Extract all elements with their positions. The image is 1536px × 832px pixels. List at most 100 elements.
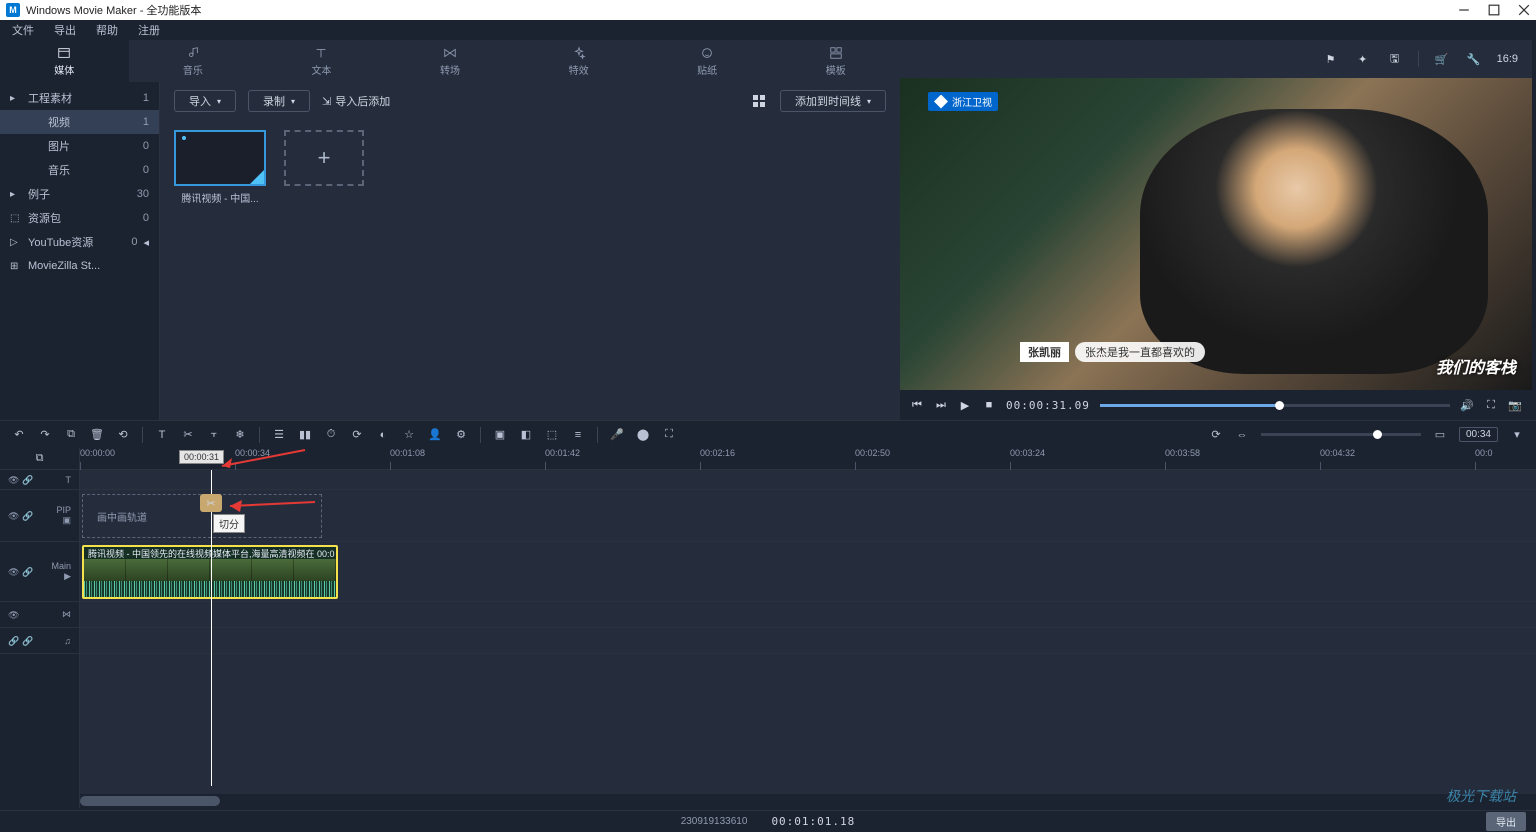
sidebar-item[interactable]: 视频1 bbox=[0, 110, 159, 134]
minimize-button[interactable] bbox=[1458, 4, 1470, 16]
track-icon[interactable]: ▮▮ bbox=[298, 428, 312, 442]
sidebar-item[interactable]: ▷YouTube资源0◂ bbox=[0, 230, 159, 254]
eye-icon[interactable]: 👁 bbox=[8, 511, 18, 521]
tab-media[interactable]: 媒体 bbox=[0, 40, 129, 82]
main-track-head: 👁🔗 Main▶ bbox=[0, 542, 79, 602]
annotation-arrow-1 bbox=[210, 448, 310, 470]
camera-icon[interactable]: 📷 bbox=[1508, 398, 1522, 412]
track-manager-icon[interactable]: ⧉ bbox=[33, 452, 47, 466]
import-button[interactable]: 导入▾ bbox=[174, 90, 236, 112]
annotation-arrow-2 bbox=[220, 498, 320, 514]
prev-frame-button[interactable]: ⏮ bbox=[910, 398, 924, 412]
expand-icon[interactable]: ⛶ bbox=[662, 428, 676, 442]
app-logo-icon: M bbox=[6, 3, 20, 17]
record-button[interactable]: 录制▾ bbox=[248, 90, 310, 112]
tab-transition[interactable]: 转场 bbox=[386, 40, 515, 82]
undo-icon[interactable]: ↶ bbox=[12, 428, 26, 442]
zoom-fit-icon[interactable]: ▭ bbox=[1433, 428, 1447, 442]
color-icon[interactable]: ◐ bbox=[376, 428, 390, 442]
audio-track-head: 🔗 🔗 ♫ bbox=[0, 628, 79, 654]
list-icon[interactable]: ☰ bbox=[272, 428, 286, 442]
fit-icon[interactable]: ⇔ bbox=[1235, 428, 1249, 442]
preview-tool-2-icon[interactable]: ✦ bbox=[1354, 50, 1372, 68]
menu-register[interactable]: 注册 bbox=[138, 22, 160, 38]
tab-text[interactable]: 文本 bbox=[257, 40, 386, 82]
eye-icon[interactable]: 👁 bbox=[8, 567, 18, 577]
mask-icon[interactable]: ◧ bbox=[519, 428, 533, 442]
preview-tool-1-icon[interactable]: ⚑ bbox=[1322, 50, 1340, 68]
refresh-icon[interactable]: ⟳ bbox=[1209, 428, 1223, 442]
record-icon[interactable]: ⬤ bbox=[636, 428, 650, 442]
redo-icon[interactable]: ↷ bbox=[38, 428, 52, 442]
menu-file[interactable]: 文件 bbox=[12, 22, 34, 38]
after-import-link[interactable]: ⇲导入后添加 bbox=[322, 93, 390, 109]
crop-icon[interactable]: ▣ bbox=[493, 428, 507, 442]
sidebar-item[interactable]: ▸工程素材1 bbox=[0, 86, 159, 110]
tab-music[interactable]: 音乐 bbox=[129, 40, 258, 82]
sidebar-item[interactable]: ▸例子30 bbox=[0, 182, 159, 206]
playhead[interactable]: 00:00:31 bbox=[211, 470, 212, 786]
play-button[interactable]: ▶ bbox=[958, 398, 972, 412]
menu-export[interactable]: 导出 bbox=[54, 22, 76, 38]
cart-icon[interactable]: 🛒 bbox=[1433, 50, 1451, 68]
timeline-scrollbar[interactable] bbox=[80, 794, 1536, 808]
tab-effects[interactable]: 特效 bbox=[514, 40, 643, 82]
star-icon[interactable]: ☆ bbox=[402, 428, 416, 442]
sidebar-item[interactable]: ⬚资源包0 bbox=[0, 206, 159, 230]
site-watermark: 极光下载站 bbox=[1446, 786, 1516, 806]
grid-view-icon[interactable] bbox=[750, 92, 768, 110]
music-note-icon: ♫ bbox=[64, 636, 71, 646]
close-button[interactable] bbox=[1518, 4, 1530, 16]
trim-icon[interactable]: ⫟ bbox=[207, 428, 221, 442]
lock-icon[interactable]: 🔗 bbox=[22, 636, 32, 646]
export-button[interactable]: 导出 bbox=[1486, 812, 1526, 831]
lock-icon[interactable]: 🔗 bbox=[22, 475, 32, 485]
lock-icon[interactable]: 🔗 bbox=[22, 567, 32, 577]
split-marker-icon[interactable]: ✂ bbox=[200, 494, 222, 512]
next-frame-button[interactable]: ⏭ bbox=[934, 398, 948, 412]
settings-icon[interactable]: 🔧 bbox=[1465, 50, 1483, 68]
maximize-button[interactable] bbox=[1488, 4, 1500, 16]
status-timecode: 00:01:01.18 bbox=[771, 815, 855, 828]
lock-icon[interactable]: 🔗 bbox=[22, 511, 32, 521]
sidebar-item[interactable]: 图片0 bbox=[0, 134, 159, 158]
ruler-tick: 00:04:32 bbox=[1320, 448, 1355, 458]
reverse-icon[interactable]: ⟳ bbox=[350, 428, 364, 442]
tool-5-icon[interactable]: ⟲ bbox=[116, 428, 130, 442]
adjust-icon[interactable]: ⚙ bbox=[454, 428, 468, 442]
eye-icon[interactable]: 👁 bbox=[8, 610, 18, 620]
media-thumb[interactable]: 腾讯视频 - 中国... bbox=[174, 130, 266, 205]
zoom-slider[interactable] bbox=[1261, 433, 1421, 436]
volume-icon[interactable]: 🔊 bbox=[1460, 398, 1474, 412]
statusbar: 230919133610 00:01:01.18 导出 bbox=[0, 810, 1536, 832]
tab-sticker[interactable]: 贴纸 bbox=[643, 40, 772, 82]
menu-help[interactable]: 帮助 bbox=[96, 22, 118, 38]
person-icon[interactable]: 👤 bbox=[428, 428, 442, 442]
cut-icon[interactable]: ✂ bbox=[181, 428, 195, 442]
zoom-time: 00:34 bbox=[1459, 427, 1498, 442]
eq-icon[interactable]: ≡ bbox=[571, 428, 585, 442]
save-snapshot-icon[interactable]: 🖫 bbox=[1386, 50, 1404, 68]
blend-icon[interactable]: ⬚ bbox=[545, 428, 559, 442]
fullscreen-icon[interactable]: ⛶ bbox=[1484, 398, 1498, 412]
show-watermark: 我们的客栈 bbox=[1436, 354, 1516, 378]
link-icon[interactable]: 🔗 bbox=[8, 636, 18, 646]
video-preview[interactable]: 浙江卫视 张凯丽 张杰是我一直都喜欢的 我们的客栈 bbox=[900, 78, 1532, 390]
copy-icon[interactable]: ⧉ bbox=[64, 428, 78, 442]
add-to-timeline-button[interactable]: 添加到时间线▾ bbox=[780, 90, 886, 112]
text-tool-icon[interactable]: T bbox=[155, 428, 169, 442]
delete-icon[interactable]: 🗑 bbox=[90, 428, 104, 442]
tab-template[interactable]: 模板 bbox=[771, 40, 900, 82]
sidebar-item[interactable]: 音乐0 bbox=[0, 158, 159, 182]
eye-icon[interactable]: 👁 bbox=[8, 475, 18, 485]
mic-icon[interactable]: 🎤 bbox=[610, 428, 624, 442]
timeline-tracks[interactable]: 画中画轨道 腾讯视频 - 中国领先的在线视频媒体平台,海量高清视频在 00:0 … bbox=[80, 470, 1536, 786]
preview-progress[interactable] bbox=[1100, 404, 1450, 407]
speed-icon[interactable]: ⏱ bbox=[324, 428, 338, 442]
sidebar-item[interactable]: ⊞MovieZilla St... bbox=[0, 254, 159, 278]
main-clip[interactable]: 腾讯视频 - 中国领先的在线视频媒体平台,海量高清视频在 00:0 bbox=[82, 545, 338, 599]
freeze-icon[interactable]: ❄ bbox=[233, 428, 247, 442]
stop-button[interactable]: ■ bbox=[982, 398, 996, 412]
chevron-down-icon[interactable]: ▾ bbox=[1510, 428, 1524, 442]
add-media-button[interactable]: + bbox=[284, 130, 364, 186]
